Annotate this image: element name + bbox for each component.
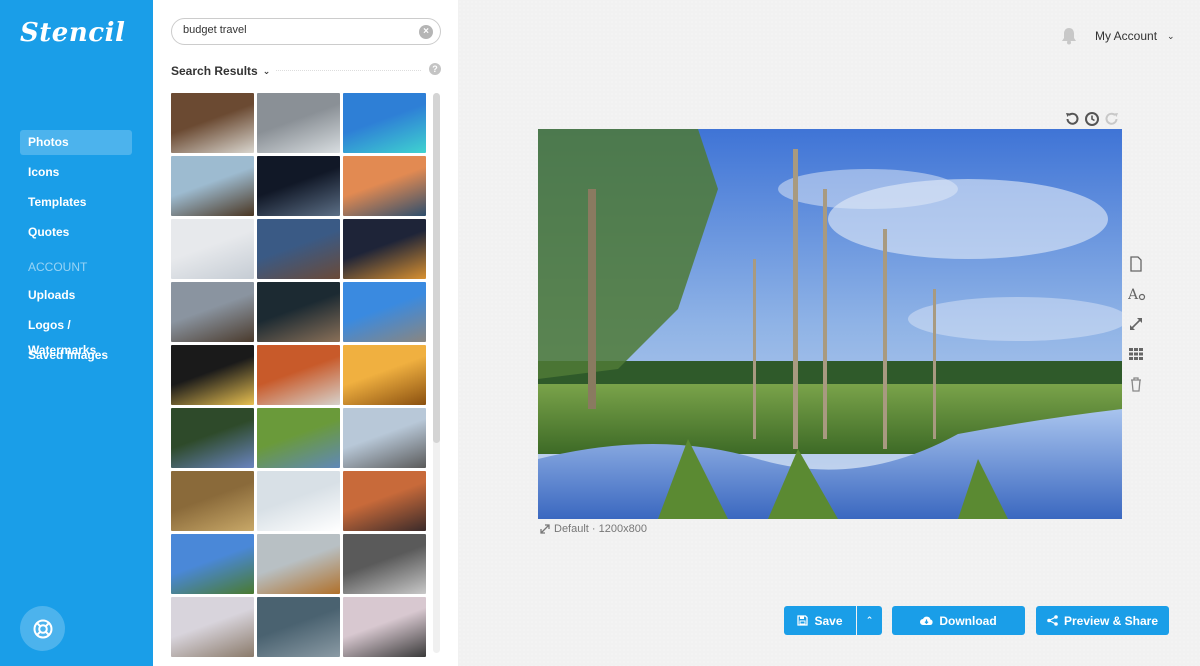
- resize-icon: [540, 524, 550, 534]
- photo-thumbnail[interactable]: [343, 93, 426, 153]
- photo-thumbnail[interactable]: [171, 345, 254, 405]
- svg-text:A: A: [1128, 287, 1139, 302]
- photo-thumbnail[interactable]: [343, 156, 426, 216]
- photo-thumbnail[interactable]: [257, 282, 340, 342]
- search-panel: × Search Results ⌄ ?: [153, 0, 458, 666]
- photo-thumbnail[interactable]: [171, 408, 254, 468]
- results-header: Search Results ⌄ ?: [171, 62, 441, 78]
- my-account-menu[interactable]: My Account ⌄: [1095, 29, 1175, 43]
- canvas-size-info[interactable]: Default · 1200x800: [540, 523, 647, 535]
- sidebar: Stencil Photos Icons Templates Quotes AC…: [0, 0, 153, 666]
- preview-share-button[interactable]: Preview & Share: [1036, 606, 1169, 635]
- photo-thumbnail[interactable]: [257, 534, 340, 594]
- sidebar-item-templates[interactable]: Templates: [20, 190, 132, 215]
- sidebar-nav: Photos Icons Templates Quotes ACCOUNT Up…: [20, 130, 132, 373]
- save-label: Save: [814, 613, 843, 628]
- save-options-button[interactable]: ⌃: [857, 606, 882, 635]
- download-button[interactable]: Download: [892, 606, 1025, 635]
- clear-search-icon[interactable]: ×: [419, 25, 433, 39]
- photo-thumbnail[interactable]: [257, 93, 340, 153]
- text-style-icon[interactable]: A: [1127, 286, 1146, 303]
- photo-thumbnail[interactable]: [257, 156, 340, 216]
- grid-icon[interactable]: [1128, 346, 1144, 362]
- photo-thumbnail[interactable]: [343, 408, 426, 468]
- sidebar-item-uploads[interactable]: Uploads: [20, 283, 132, 308]
- search-input[interactable]: [183, 24, 413, 36]
- canvas-photo[interactable]: [538, 129, 1122, 519]
- logo[interactable]: Stencil: [20, 18, 125, 48]
- photo-thumbnail[interactable]: [343, 534, 426, 594]
- search-results-label: Search Results: [171, 64, 258, 78]
- photo-thumbnail[interactable]: [343, 282, 426, 342]
- photo-thumbnail[interactable]: [343, 597, 426, 657]
- trash-icon[interactable]: [1128, 376, 1144, 392]
- photo-thumbnail[interactable]: [171, 93, 254, 153]
- photo-thumbnail[interactable]: [257, 345, 340, 405]
- photo-thumbnail[interactable]: [171, 534, 254, 594]
- sidebar-item-logos-watermarks[interactable]: Logos / Watermarks: [20, 313, 132, 357]
- photo-thumbnail[interactable]: [343, 471, 426, 531]
- cloud-download-icon: [920, 616, 933, 625]
- chevron-up-icon: ⌃: [865, 615, 874, 625]
- sidebar-item-quotes[interactable]: Quotes: [20, 220, 132, 245]
- photo-thumbnail[interactable]: [171, 597, 254, 657]
- floppy-icon: [797, 615, 809, 626]
- photo-thumbnail[interactable]: [171, 156, 254, 216]
- chevron-down-icon: ⌄: [262, 65, 271, 76]
- scrollbar-thumb[interactable]: [433, 93, 440, 443]
- search-results-dropdown[interactable]: Search Results ⌄: [171, 64, 277, 78]
- photo-thumbnail[interactable]: [171, 219, 254, 279]
- sidebar-item-photos[interactable]: Photos: [20, 130, 132, 155]
- share-label: Preview & Share: [1063, 613, 1159, 628]
- save-button[interactable]: Save: [784, 606, 856, 635]
- results-grid: [171, 93, 429, 657]
- photo-thumbnail[interactable]: [171, 471, 254, 531]
- canvas-size-label: Default · 1200x800: [554, 523, 647, 535]
- account-label: My Account: [1095, 29, 1158, 43]
- redo-icon[interactable]: [1104, 111, 1120, 127]
- history-icon[interactable]: [1084, 111, 1100, 127]
- photo-thumbnail[interactable]: [171, 282, 254, 342]
- share-icon: [1047, 615, 1058, 626]
- results-scrollbar[interactable]: [433, 93, 440, 653]
- photo-thumbnail[interactable]: [257, 219, 340, 279]
- page-icon[interactable]: [1128, 256, 1144, 272]
- search-box: ×: [171, 18, 441, 45]
- editor-area: My Account ⌄ Default · 1200x800 A Save ⌃…: [458, 0, 1200, 666]
- photo-thumbnail[interactable]: [257, 408, 340, 468]
- sidebar-item-saved-images[interactable]: Saved Images: [20, 343, 132, 368]
- resize-icon[interactable]: [1128, 316, 1144, 332]
- chevron-down-icon: ⌄: [1167, 30, 1175, 41]
- sidebar-item-icons[interactable]: Icons: [20, 160, 132, 185]
- sidebar-section-account: ACCOUNT: [28, 260, 88, 274]
- download-label: Download: [939, 613, 997, 628]
- photo-thumbnail[interactable]: [257, 597, 340, 657]
- undo-icon[interactable]: [1064, 111, 1080, 127]
- history-controls: [1064, 111, 1120, 127]
- canvas-tools: A: [1127, 256, 1146, 392]
- help-button[interactable]: [20, 606, 65, 651]
- photo-thumbnail[interactable]: [343, 219, 426, 279]
- bell-icon[interactable]: [1061, 27, 1077, 50]
- lifebuoy-icon: [33, 619, 52, 638]
- divider: [271, 70, 421, 71]
- photo-thumbnail[interactable]: [257, 471, 340, 531]
- photo-thumbnail[interactable]: [343, 345, 426, 405]
- help-icon[interactable]: ?: [429, 63, 441, 75]
- marsh-photo: [538, 129, 1122, 519]
